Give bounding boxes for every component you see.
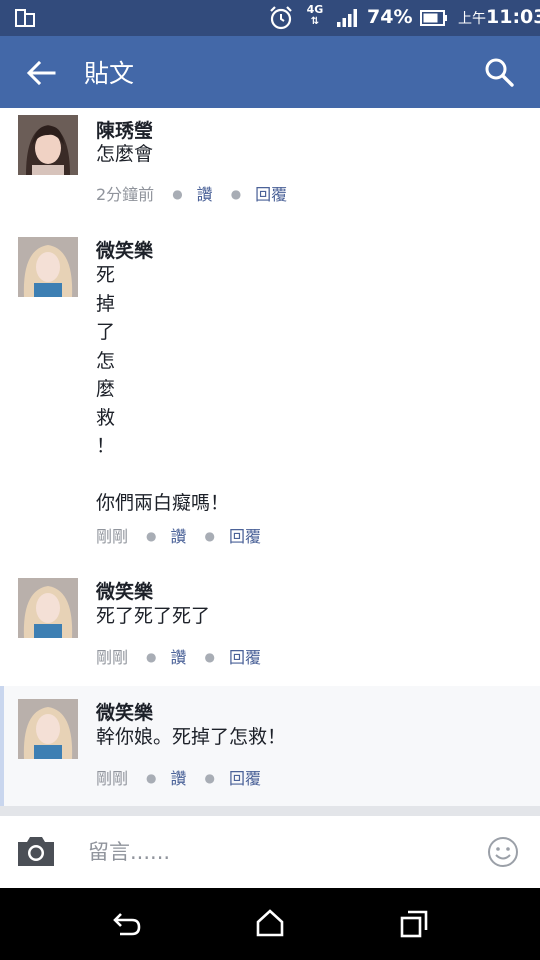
comment-author[interactable]: 微笑樂 <box>96 236 153 263</box>
separator-dot: ● <box>172 187 183 201</box>
reply-link[interactable]: 回覆 <box>229 648 261 667</box>
separator-dot: ● <box>230 187 242 201</box>
comment-meta: 剛剛 ● 讚 ● 回覆 <box>96 765 261 789</box>
comment-meta: 剛剛 ● 讚 ● 回覆 <box>96 644 261 668</box>
comment-text: 怎麼會 <box>96 143 154 165</box>
like-link[interactable]: 讚 <box>197 185 213 204</box>
comment-text: 死了死了死了 <box>96 605 211 627</box>
separator-dot: ● <box>146 771 157 785</box>
avatar[interactable] <box>18 115 78 175</box>
page-title: 貼文 <box>84 59 135 88</box>
like-link[interactable]: 讚 <box>171 769 187 788</box>
nav-home-icon[interactable] <box>256 908 284 938</box>
reply-link[interactable]: 回覆 <box>255 185 287 204</box>
alarm-icon <box>270 6 292 30</box>
reply-link[interactable]: 回覆 <box>229 527 261 546</box>
network-type: 4G ⇅ <box>306 3 324 27</box>
comment-meta: 剛剛 ● 讚 ● 回覆 <box>96 523 261 547</box>
comment-input[interactable] <box>86 834 470 870</box>
nav-back-icon[interactable] <box>112 910 142 938</box>
comment-author[interactable]: 微笑樂 <box>96 577 153 604</box>
battery-icon <box>420 10 447 26</box>
back-arrow-icon[interactable] <box>24 56 58 90</box>
system-nav-bar <box>0 888 540 960</box>
signal-icon <box>337 9 357 27</box>
like-link[interactable]: 讚 <box>171 527 187 546</box>
comment-item: 微笑樂 死了死了死了 剛剛 ● 讚 ● 回覆 <box>0 568 540 678</box>
avatar[interactable] <box>18 578 78 638</box>
comment-time: 剛剛 <box>96 769 129 788</box>
divider <box>0 806 540 816</box>
separator-dot: ● <box>204 529 215 543</box>
comment-item: 微笑樂 幹你娘。死掉了怎救！ 剛剛 ● 讚 ● 回覆 <box>0 686 540 806</box>
separator-dot: ● <box>146 650 157 664</box>
comment-time: 剛剛 <box>96 648 129 667</box>
comment-item: 陳琇瑩 怎麼會 2分鐘前 ● 讚 ● 回覆 <box>0 108 540 218</box>
app-bar: 貼文 <box>0 36 540 108</box>
comment-author[interactable]: 陳琇瑩 <box>96 116 153 143</box>
separator-dot: ● <box>204 771 215 785</box>
status-bar: 4G ⇅ 74% 上午11:03 <box>0 0 540 36</box>
comment-time: 剛剛 <box>96 527 129 546</box>
camera-icon[interactable] <box>16 834 56 868</box>
battery-percent: 74% <box>367 6 413 28</box>
screen-mirror-icon <box>15 9 35 27</box>
emoji-icon[interactable] <box>487 836 519 868</box>
clock: 上午11:03 <box>458 6 540 28</box>
nav-recent-apps-icon[interactable] <box>400 910 428 938</box>
comment-composer <box>0 816 540 888</box>
comment-time: 2分鐘前 <box>96 185 155 204</box>
comment-text: 死 掉 了 怎 麼 救 ！ 你們兩白癡嗎！ <box>96 264 230 514</box>
search-icon[interactable] <box>484 57 514 87</box>
separator-dot: ● <box>204 650 215 664</box>
avatar[interactable] <box>18 699 78 759</box>
separator-dot: ● <box>146 529 157 543</box>
comment-item: 微笑樂 死 掉 了 怎 麼 救 ！ 你們兩白癡嗎！ 剛剛 ● 讚 ● 回覆 <box>0 228 540 564</box>
comment-text: 幹你娘。死掉了怎救！ <box>96 726 287 748</box>
reply-link[interactable]: 回覆 <box>229 769 261 788</box>
comment-author[interactable]: 微笑樂 <box>96 698 153 725</box>
like-link[interactable]: 讚 <box>171 648 187 667</box>
avatar[interactable] <box>18 237 78 297</box>
comment-meta: 2分鐘前 ● 讚 ● 回覆 <box>96 181 287 205</box>
